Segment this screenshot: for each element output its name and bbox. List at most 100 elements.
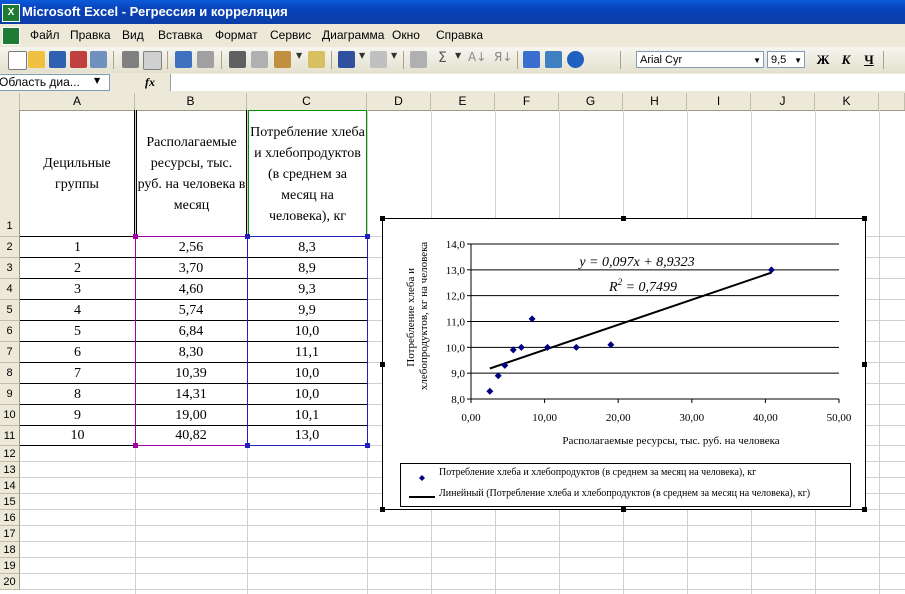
row-header[interactable]: 18 [0,542,20,558]
header-cell-consumption[interactable]: Потребление хлеба и хлебопродуктов (в ср… [248,110,367,237]
underline-button[interactable]: Ч [859,51,879,69]
column-header[interactable]: I [687,93,751,110]
menu-chart[interactable]: Диаграмма [322,28,384,42]
format-painter-icon[interactable] [308,51,325,68]
undo-icon[interactable] [338,51,355,68]
column-header[interactable]: F [495,93,559,110]
new-icon[interactable] [8,51,27,70]
drawing-icon[interactable] [545,51,562,68]
column-header[interactable]: G [559,93,623,110]
cell-group[interactable]: 3 [20,279,135,300]
font-size-select[interactable]: 9,5 ▼ [767,51,805,68]
row-header[interactable]: 6 [0,321,20,342]
row-header[interactable]: 12 [0,446,20,462]
insert-function-button[interactable]: fx [145,75,155,90]
cell-group[interactable]: 8 [20,384,135,405]
header-cell-groups[interactable]: Децильные группы [20,110,135,237]
row-header[interactable]: 17 [0,526,20,542]
autosum-icon[interactable]: Σ [438,50,447,66]
row-header[interactable]: 20 [0,574,20,590]
cell-group[interactable]: 6 [20,342,135,363]
resize-handle[interactable] [862,216,867,221]
menu-view[interactable]: Вид [122,28,144,42]
row-header[interactable]: 5 [0,300,20,321]
x-axis-title[interactable]: Располагаемые ресурсы, тыс. руб. на чело… [562,435,779,447]
spelling-icon[interactable] [175,51,192,68]
column-header[interactable] [879,93,905,110]
row-header[interactable]: 15 [0,494,20,510]
cell-group[interactable]: 2 [20,258,135,279]
row-header[interactable]: 1 [0,110,20,237]
help-icon[interactable] [567,51,584,68]
column-header[interactable]: B [135,93,247,110]
workbook-icon[interactable] [2,27,20,45]
data-point[interactable] [517,343,525,351]
resize-handle[interactable] [621,507,626,512]
resize-handle[interactable] [380,216,385,221]
row-header[interactable]: 8 [0,363,20,384]
sort-desc-icon[interactable]: Я↓ [494,50,512,64]
column-header[interactable]: H [623,93,687,110]
permission-icon[interactable] [70,51,87,68]
research-icon[interactable] [197,51,214,68]
resize-handle[interactable] [862,507,867,512]
cell-group[interactable]: 10 [20,426,135,446]
sort-asc-icon[interactable]: A↓ [468,50,486,64]
column-header[interactable]: J [751,93,815,110]
chart-area[interactable]: 8,0 9,0 10,0 11,0 12,0 13,0 14,0 0,00 10,00 20,00… [382,218,866,510]
print-icon[interactable] [122,51,139,68]
menu-edit[interactable]: Правка [70,28,111,42]
row-header[interactable]: 3 [0,258,20,279]
row-header[interactable]: 19 [0,558,20,574]
menu-insert[interactable]: Вставка [158,28,203,42]
name-box-dropdown-icon[interactable]: ▼ [94,76,100,85]
chart-legend[interactable]: Потребление хлеба и хлебопродуктов (в ср… [400,463,851,507]
bold-button[interactable]: Ж [813,51,833,69]
data-point[interactable] [767,266,775,274]
print-preview-icon[interactable] [143,51,162,70]
resize-handle[interactable] [621,216,626,221]
italic-button[interactable]: К [836,51,856,69]
header-cell-resources[interactable]: Располагаемые ресурсы, тыс. руб. на чело… [136,110,247,237]
row-header[interactable]: 4 [0,279,20,300]
data-point[interactable] [572,343,580,351]
column-header[interactable]: E [431,93,495,110]
cell-group[interactable]: 1 [20,237,135,258]
row-header[interactable]: 11 [0,426,20,446]
trendline-equation[interactable]: y = 0,097x + 8,9323 [577,255,694,270]
row-header[interactable]: 14 [0,478,20,494]
column-header[interactable]: D [367,93,431,110]
cell-group[interactable]: 4 [20,300,135,321]
resize-handle[interactable] [380,362,385,367]
resize-handle[interactable] [862,362,867,367]
row-header[interactable]: 9 [0,384,20,405]
row-header[interactable]: 10 [0,405,20,426]
cut-icon[interactable] [229,51,246,68]
r-squared-label[interactable]: R2 = 0,7499 [608,277,677,295]
redo-icon[interactable] [370,51,387,68]
select-all-corner[interactable] [0,93,20,110]
row-header[interactable]: 16 [0,510,20,526]
cell-group[interactable]: 7 [20,363,135,384]
cell-group[interactable]: 5 [20,321,135,342]
y-axis-title[interactable]: Потребление хлеба и хлебопродуктов, кг н… [405,242,430,390]
column-header[interactable]: A [20,93,135,110]
row-header[interactable]: 13 [0,462,20,478]
hyperlink-icon[interactable] [410,51,427,68]
menu-help[interactable]: Справка [436,28,483,42]
row-header[interactable]: 7 [0,342,20,363]
menu-file[interactable]: Файл [30,28,60,42]
data-point[interactable] [486,387,494,395]
column-header[interactable]: C [247,93,367,110]
email-icon[interactable] [90,51,107,68]
formula-input[interactable] [170,74,905,91]
chart-wizard-icon[interactable] [523,51,540,68]
column-header[interactable]: K [815,93,879,110]
resize-handle[interactable] [380,507,385,512]
menu-tools[interactable]: Сервис [270,28,311,42]
copy-icon[interactable] [251,51,268,68]
save-icon[interactable] [49,51,66,68]
row-header[interactable]: 2 [0,237,20,258]
cell-group[interactable]: 9 [20,405,135,426]
open-icon[interactable] [28,51,45,68]
